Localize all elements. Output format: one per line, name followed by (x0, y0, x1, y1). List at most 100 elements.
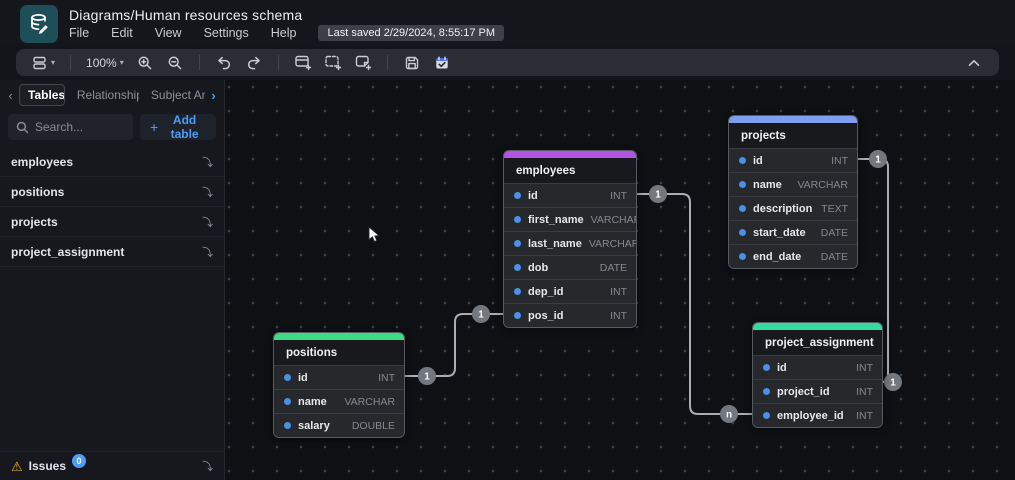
toolbar-divider (386, 55, 388, 70)
app-header: Diagrams/Human resources schema File Edi… (0, 0, 1015, 47)
tab-tables[interactable]: Tables (19, 84, 65, 106)
sidebar-item-employees[interactable]: employees ⤵︎ (0, 147, 224, 177)
field-row[interactable]: dob DATE (504, 255, 636, 279)
search-box[interactable] (8, 114, 133, 140)
todo-button[interactable] (429, 51, 455, 74)
tabs-scroll-left-icon[interactable]: ‹ (6, 88, 15, 103)
tab-relationships[interactable]: Relationships (69, 85, 139, 105)
field-row[interactable]: employee_id INT (753, 403, 882, 427)
search-input[interactable] (35, 120, 125, 134)
plus-icon: + (150, 119, 159, 135)
zoom-in-button[interactable] (132, 51, 158, 74)
field-type: VARCHAR (797, 178, 848, 191)
field-dot-icon (763, 388, 770, 395)
sidebar-item-label: positions (11, 184, 65, 199)
save-button[interactable] (399, 51, 425, 74)
field-dot-icon (739, 229, 746, 236)
table-name: positions (274, 340, 404, 365)
sidebar-table-list: employees ⤵︎ positions ⤵︎ projects ⤵︎ pr… (0, 147, 224, 267)
zoom-level-dropdown[interactable]: 100% ▾ (82, 51, 128, 74)
tabs-scroll-right-icon[interactable]: › (209, 88, 218, 103)
field-type: INT (610, 285, 627, 298)
diagram-canvas[interactable]: 1 1 1 n 1 1 employees id INT first_name … (225, 80, 1015, 480)
field-dot-icon (514, 264, 521, 271)
field-row[interactable]: dep_id INT (504, 279, 636, 303)
field-row[interactable]: description TEXT (729, 196, 857, 220)
redo-button[interactable] (241, 51, 267, 74)
field-name: employee_id (777, 409, 844, 422)
page-title[interactable]: Diagrams/Human resources schema (69, 7, 504, 23)
field-row[interactable]: id INT (504, 183, 636, 207)
field-row[interactable]: end_date DATE (729, 244, 857, 268)
field-row[interactable]: name VARCHAR (729, 172, 857, 196)
tab-subject-areas[interactable]: Subject Are (143, 85, 205, 105)
menu-help[interactable]: Help (271, 26, 297, 40)
last-saved-badge: Last saved 2/29/2024, 8:55:17 PM (318, 24, 505, 41)
zoom-out-icon (168, 56, 182, 69)
add-area-button[interactable] (320, 51, 346, 74)
table-project-assignment[interactable]: project_assignment id INT project_id INT… (752, 322, 883, 428)
field-dot-icon (514, 288, 521, 295)
issues-panel-toggle[interactable]: ⚠︎ Issues 0 ⤵︎ (0, 451, 224, 480)
sidebar-item-projects[interactable]: projects ⤵︎ (0, 207, 224, 237)
undo-button[interactable] (211, 51, 237, 74)
field-type: VARCHAR (590, 213, 637, 226)
sidebar-item-label: employees (11, 154, 74, 169)
field-type: INT (856, 385, 873, 398)
field-dot-icon (284, 374, 291, 381)
cardinality-label: 1 (875, 155, 881, 166)
field-row[interactable]: project_id INT (753, 379, 882, 403)
chevron-down-icon[interactable]: ⤵︎ (202, 154, 213, 170)
menu-file[interactable]: File (69, 26, 89, 40)
menu-view[interactable]: View (155, 26, 182, 40)
zoom-level-value: 100% (86, 55, 117, 70)
field-row[interactable]: first_name VARCHAR (504, 207, 636, 231)
field-type: VARCHAR (588, 237, 637, 250)
zoom-out-button[interactable] (162, 51, 188, 74)
table-positions[interactable]: positions id INT name VARCHAR salary DOU… (273, 332, 405, 438)
field-type: VARCHAR (344, 395, 395, 408)
add-table-button[interactable] (290, 51, 316, 74)
field-name: id (753, 154, 763, 167)
add-table-button-sidebar[interactable]: + Add table (140, 113, 216, 141)
field-row[interactable]: pos_id INT (504, 303, 636, 327)
chevron-down-icon[interactable]: ⤵︎ (202, 244, 213, 260)
issues-count-badge: 0 (72, 454, 87, 468)
add-area-icon (325, 55, 341, 71)
field-dot-icon (739, 205, 746, 212)
field-dot-icon (514, 240, 521, 247)
field-type: INT (831, 154, 848, 167)
zoom-in-icon (138, 56, 152, 69)
field-dot-icon (763, 364, 770, 371)
sidebar: ‹ Tables Relationships Subject Are › + A… (0, 80, 225, 480)
field-row[interactable]: salary DOUBLE (274, 413, 404, 437)
collapse-toolbar-button[interactable] (961, 51, 987, 74)
menu-edit[interactable]: Edit (111, 26, 133, 40)
save-icon (405, 56, 418, 69)
cardinality-label: 1 (655, 190, 661, 201)
cardinality-label: 1 (890, 378, 896, 389)
sidebar-item-project-assignment[interactable]: project_assignment ⤵︎ (0, 237, 224, 267)
field-dot-icon (514, 312, 521, 319)
field-row[interactable]: last_name VARCHAR (504, 231, 636, 255)
field-name: description (753, 202, 813, 215)
field-row[interactable]: name VARCHAR (274, 389, 404, 413)
field-row[interactable]: start_date DATE (729, 220, 857, 244)
field-row[interactable]: id INT (729, 148, 857, 172)
field-row[interactable]: id INT (274, 365, 404, 389)
warning-icon: ⚠︎ (11, 458, 23, 474)
relationship-positions-employees (404, 313, 504, 377)
chevron-down-icon[interactable]: ⤵︎ (202, 184, 213, 200)
sidebar-item-positions[interactable]: positions ⤵︎ (0, 177, 224, 207)
chevron-down-icon[interactable]: ⤵︎ (202, 214, 213, 230)
add-note-button[interactable] (350, 51, 376, 74)
menu-settings[interactable]: Settings (204, 26, 249, 40)
table-employees[interactable]: employees id INT first_name VARCHAR last… (503, 150, 637, 328)
table-projects[interactable]: projects id INT name VARCHAR description… (728, 115, 858, 269)
chevron-down-icon[interactable]: ⤵︎ (202, 458, 213, 474)
field-row[interactable]: id INT (753, 355, 882, 379)
toolbar-divider (198, 55, 200, 70)
app-logo[interactable] (20, 4, 58, 43)
view-mode-dropdown[interactable]: ▾ (28, 51, 59, 74)
field-dot-icon (739, 157, 746, 164)
